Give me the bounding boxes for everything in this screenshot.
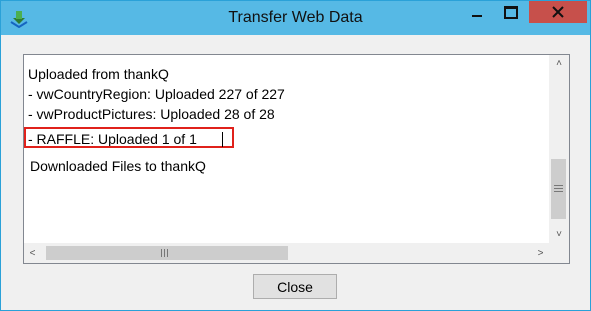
close-icon [552,6,564,18]
log-textbox[interactable]: Uploaded from thankQ - vwCountryRegion: … [23,54,570,264]
minimize-icon [472,15,482,17]
scroll-left-button[interactable]: < [24,243,41,263]
scroll-up-button[interactable]: ˄ [549,55,569,72]
maximize-icon [504,5,518,19]
close-window-button[interactable] [529,1,587,23]
scroll-down-button[interactable]: ˅ [549,226,569,243]
title-bar[interactable]: Transfer Web Data [1,1,590,35]
dialog-window: Transfer Web Data Uploaded from thankQ -… [0,0,591,311]
scrollbar-corner [549,243,569,263]
horizontal-scrollbar[interactable]: < > [24,243,549,263]
maximize-button[interactable] [495,1,527,23]
log-line: Downloaded Files to thankQ [30,158,206,174]
vertical-scroll-thumb[interactable] [551,159,566,219]
close-button[interactable]: Close [253,274,337,299]
highlight-box [24,127,234,148]
minimize-button[interactable] [461,1,493,23]
horizontal-scroll-thumb[interactable] [46,246,288,260]
log-text-area[interactable]: Uploaded from thankQ - vwCountryRegion: … [24,55,549,243]
log-line: - vwProductPictures: Uploaded 28 of 28 [28,106,275,122]
log-line: Uploaded from thankQ [28,66,169,82]
scroll-right-button[interactable]: > [532,243,549,263]
log-line: - vwCountryRegion: Uploaded 227 of 227 [28,86,285,102]
text-caret [222,132,223,147]
vertical-scrollbar[interactable]: ˄ ˅ [549,55,569,243]
